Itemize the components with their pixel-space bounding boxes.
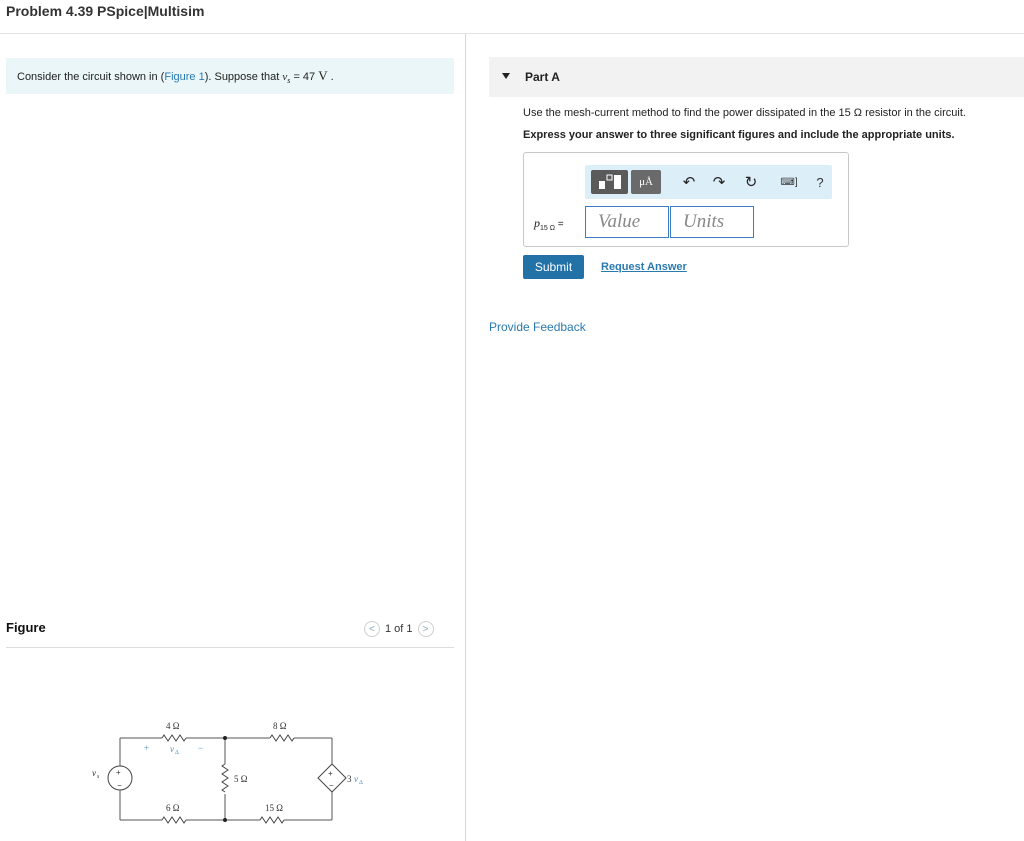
reset-icon[interactable]: ↻ (743, 170, 759, 194)
figure-label: Figure (6, 620, 46, 635)
node-top (223, 736, 227, 740)
help-icon[interactable]: ? (813, 170, 827, 194)
provide-feedback-link[interactable]: Provide Feedback (489, 320, 586, 334)
resistor-8-ohm (269, 734, 295, 742)
templates-button[interactable] (591, 170, 628, 194)
voltage-unit: V (318, 68, 328, 83)
label-vdelta-sub: Δ (175, 750, 179, 756)
units-input[interactable] (670, 206, 754, 238)
intro-equals: = 47 (290, 71, 319, 83)
answer-label: p15 Ω = (534, 216, 564, 232)
intro-text-after: ). Suppose that (204, 71, 283, 83)
figure-link[interactable]: Figure 1 (164, 71, 204, 83)
column-divider (465, 34, 466, 841)
prev-figure-button[interactable]: < (364, 621, 380, 637)
label-15-ohm: 15 Ω (265, 803, 283, 813)
question-text: Use the mesh-current method to find the … (523, 107, 966, 119)
answer-label-eq: = (554, 219, 564, 230)
units-button[interactable]: μÅ (631, 170, 661, 194)
label-vdelta-minus: − (198, 743, 203, 753)
keyboard-icon[interactable]: ⌨] (777, 170, 801, 194)
circuit-diagram: + − + − 4 Ω 8 Ω 5 Ω 6 Ω 15 Ω v s v Δ + −… (92, 721, 363, 824)
label-dep-var: v (354, 774, 358, 784)
value-input[interactable] (585, 206, 669, 238)
intro-period: . (327, 71, 334, 83)
resistor-6-ohm (161, 816, 187, 824)
label-dep-gain: 3 (347, 774, 352, 784)
label-source-sub: s (97, 774, 100, 780)
svg-text:−: − (329, 781, 334, 790)
node-bottom (223, 818, 227, 822)
label-8-ohm: 8 Ω (273, 721, 287, 731)
problem-statement: Consider the circuit shown in (Figure 1)… (6, 58, 454, 94)
math-toolbar: μÅ ↶ ↷ ↻ ⌨] ? (585, 165, 832, 199)
label-dep-sub: Δ (359, 780, 363, 786)
submit-button[interactable]: Submit (523, 255, 584, 279)
undo-icon[interactable]: ↶ (681, 170, 697, 194)
part-title: Part A (525, 70, 560, 84)
request-answer-link[interactable]: Request Answer (601, 261, 687, 273)
label-4-ohm: 4 Ω (166, 721, 180, 731)
part-a-header[interactable]: Part A (489, 57, 1024, 97)
collapse-arrow-icon[interactable] (502, 73, 510, 79)
instruction-text: Express your answer to three significant… (523, 129, 955, 141)
header-divider (0, 33, 1024, 34)
intro-text-before: Consider the circuit shown in ( (17, 71, 165, 83)
answer-label-sub: 15 Ω (540, 225, 555, 232)
svg-text:−: − (117, 781, 122, 790)
page-title: Problem 4.39 PSpice|Multisim (6, 3, 205, 19)
next-figure-button[interactable]: > (417, 621, 434, 637)
redo-icon[interactable]: ↷ (711, 170, 727, 194)
resistor-5-ohm (221, 763, 229, 793)
svg-text:+: + (116, 768, 121, 777)
templates-icon (598, 174, 621, 189)
label-vdelta: v (170, 744, 174, 754)
svg-text:+: + (328, 769, 333, 778)
label-5-ohm: 5 Ω (234, 774, 248, 784)
resistor-15-ohm (259, 816, 285, 824)
label-6-ohm: 6 Ω (166, 803, 180, 813)
figure-page-indicator: 1 of 1 (385, 623, 413, 635)
figure-divider (6, 647, 454, 648)
label-vdelta-plus: + (144, 743, 149, 753)
label-source-var: v (92, 768, 96, 778)
figure-pager: < 1 of 1 > (364, 621, 434, 637)
resistor-4-ohm (161, 734, 187, 742)
answer-box: μÅ ↶ ↷ ↻ ⌨] ? p15 Ω = (523, 152, 849, 247)
